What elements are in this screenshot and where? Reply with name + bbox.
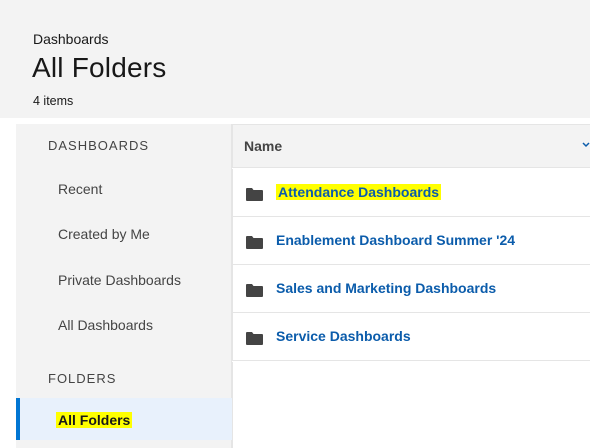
- sidebar-heading-folders: FOLDERS: [48, 371, 117, 386]
- table-row: Enablement Dashboard Summer '24: [232, 217, 590, 265]
- sidebar-heading-dashboards: DASHBOARDS: [48, 138, 150, 153]
- sidebar-item-all-folders-label: All Folders: [56, 412, 133, 428]
- folder-icon: [246, 332, 263, 345]
- table-row: Sales and Marketing Dashboards: [232, 265, 590, 313]
- folder-icon: [246, 236, 263, 249]
- sidebar-item-private-dashboards[interactable]: Private Dashboards: [58, 272, 181, 288]
- folder-link[interactable]: Enablement Dashboard Summer '24: [276, 232, 515, 248]
- folder-link[interactable]: Sales and Marketing Dashboards: [276, 280, 496, 296]
- sort-chevron-icon[interactable]: [582, 140, 590, 150]
- highlight-mark: Attendance Dashboards: [276, 184, 442, 200]
- table-row: Attendance Dashboards: [232, 169, 590, 217]
- folder-link[interactable]: Service Dashboards: [276, 328, 411, 344]
- folder-icon: [246, 188, 263, 201]
- sidebar-item-recent[interactable]: Recent: [58, 181, 102, 197]
- column-header-name[interactable]: Name: [244, 138, 282, 154]
- sidebar-item-created-by-me[interactable]: Created by Me: [58, 226, 150, 242]
- table-empty-area: [232, 362, 590, 448]
- highlight-mark: All Folders: [56, 412, 133, 428]
- table-header: [232, 124, 590, 168]
- table-row: Service Dashboards: [232, 313, 590, 361]
- page-title: All Folders: [32, 52, 167, 83]
- sidebar-item-all-dashboards[interactable]: All Dashboards: [58, 317, 153, 333]
- folder-icon: [246, 284, 263, 297]
- breadcrumb[interactable]: Dashboards: [33, 31, 109, 47]
- item-count: 4 items: [33, 94, 74, 108]
- folder-link[interactable]: Attendance Dashboards: [276, 184, 442, 200]
